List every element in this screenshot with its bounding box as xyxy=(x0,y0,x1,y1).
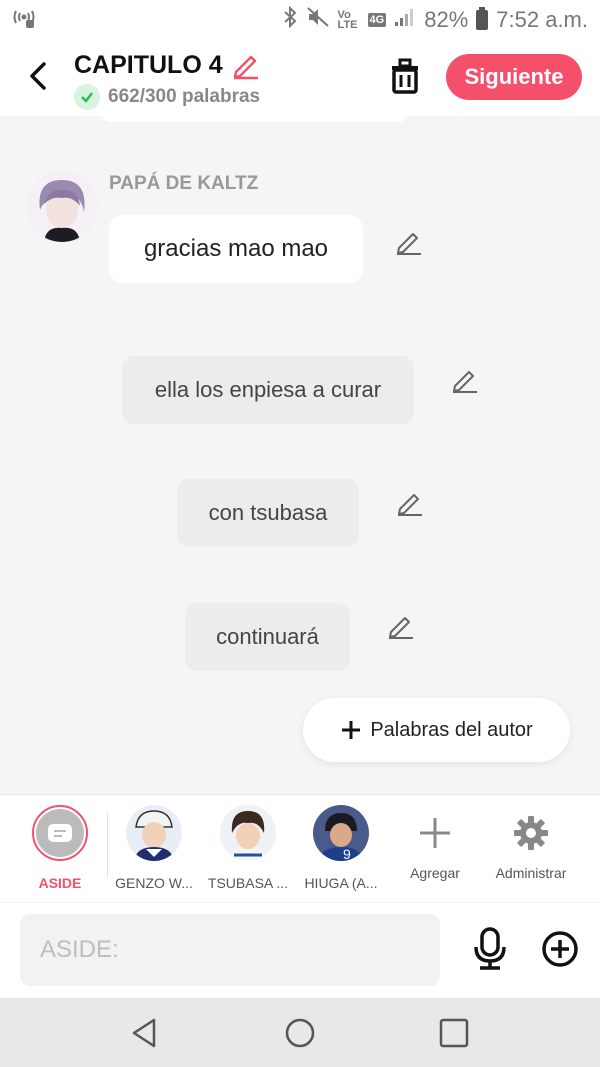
aside-bubble[interactable]: con tsubasa xyxy=(177,479,359,547)
system-nav-bar xyxy=(0,998,600,1067)
character-selector: ASIDE GENZO W... TSUBASA ... 9 HIUGA (A.… xyxy=(0,794,600,902)
delete-button[interactable] xyxy=(386,56,424,98)
aside-avatar xyxy=(32,805,88,861)
chat-content[interactable]: PAPÁ DE KALTZ gracias mao mao ella los e… xyxy=(0,116,600,794)
voice-button[interactable] xyxy=(472,927,508,971)
author-words-button[interactable]: Palabras del autor xyxy=(303,698,570,762)
clock: 7:52 a.m. xyxy=(496,7,588,32)
character-tsubasa[interactable]: TSUBASA ... xyxy=(201,805,295,891)
chevron-left-icon xyxy=(30,62,46,90)
chapter-title: CAPITULO 4 xyxy=(74,50,223,79)
edit-title-pencil-icon[interactable] xyxy=(231,50,261,80)
plus-icon xyxy=(420,818,450,848)
character-label: GENZO W... xyxy=(115,875,193,891)
word-count-text: 662/300 palabras xyxy=(108,86,261,107)
character-label: HIUGA (A... xyxy=(304,875,378,891)
battery-percent: 82% xyxy=(424,7,469,32)
edit-pencil-icon[interactable] xyxy=(395,228,423,256)
message-input[interactable] xyxy=(20,914,440,986)
character-hiuga[interactable]: 9 HIUGA (A... xyxy=(294,805,388,891)
add-icon-wrap xyxy=(407,805,463,861)
aside-bubble[interactable]: ella los enpiesa a curar xyxy=(122,356,414,424)
word-count: 662/300 palabras xyxy=(74,84,260,110)
gear-icon xyxy=(514,816,548,850)
character-label: Administrar xyxy=(495,865,567,881)
gear-icon-wrap xyxy=(503,805,559,861)
add-character-button[interactable]: Agregar xyxy=(388,805,482,881)
character-label: Agregar xyxy=(410,865,460,881)
battery-icon xyxy=(476,7,489,30)
volte-icon: Vo LTE xyxy=(337,9,358,31)
hotspot-icon xyxy=(12,7,36,34)
manage-characters-button[interactable]: Administrar xyxy=(484,805,578,881)
aside-bubble[interactable]: continuará xyxy=(185,603,350,671)
character-label: ASIDE xyxy=(38,875,82,891)
character-aside[interactable]: ASIDE xyxy=(13,805,107,891)
microphone-icon xyxy=(474,927,506,970)
tsubasa-avatar xyxy=(220,805,276,861)
author-words-label: Palabras del autor xyxy=(370,718,533,741)
plus-circle-icon xyxy=(542,931,578,967)
character-label: TSUBASA ... xyxy=(207,875,289,891)
speaker-avatar[interactable] xyxy=(26,170,98,242)
speaker-name: PAPÁ DE KALTZ xyxy=(109,173,259,194)
check-icon xyxy=(74,84,100,110)
aside-icon xyxy=(36,809,84,857)
edit-pencil-icon[interactable] xyxy=(396,489,424,517)
plus-icon xyxy=(342,721,361,739)
mute-icon xyxy=(306,6,330,34)
back-button[interactable] xyxy=(22,56,56,96)
editor-header: CAPITULO 4 662/300 palabras Siguiente xyxy=(0,40,600,116)
character-genzo[interactable]: GENZO W... xyxy=(107,805,201,891)
signal-icon xyxy=(394,7,416,33)
nav-recents-icon[interactable] xyxy=(437,1016,471,1050)
next-button[interactable]: Siguiente xyxy=(446,54,582,100)
edit-pencil-icon[interactable] xyxy=(387,612,415,640)
network-4g-icon: 4G xyxy=(367,13,387,27)
compose-bar xyxy=(0,902,600,998)
add-content-button[interactable] xyxy=(540,929,580,969)
status-bar: Vo LTE 4G 82% 7:52 a.m. xyxy=(0,0,600,40)
svg-text:9: 9 xyxy=(343,846,351,861)
genzo-avatar xyxy=(126,805,182,861)
chapter-title-group[interactable]: CAPITULO 4 xyxy=(74,50,261,80)
bluetooth-icon xyxy=(282,5,298,34)
nav-back-icon[interactable] xyxy=(128,1016,162,1050)
trash-icon xyxy=(392,58,418,94)
nav-home-icon[interactable] xyxy=(283,1016,317,1050)
edit-pencil-icon[interactable] xyxy=(451,366,479,394)
dialogue-bubble[interactable]: gracias mao mao xyxy=(109,215,363,283)
hiuga-avatar: 9 xyxy=(313,805,369,861)
